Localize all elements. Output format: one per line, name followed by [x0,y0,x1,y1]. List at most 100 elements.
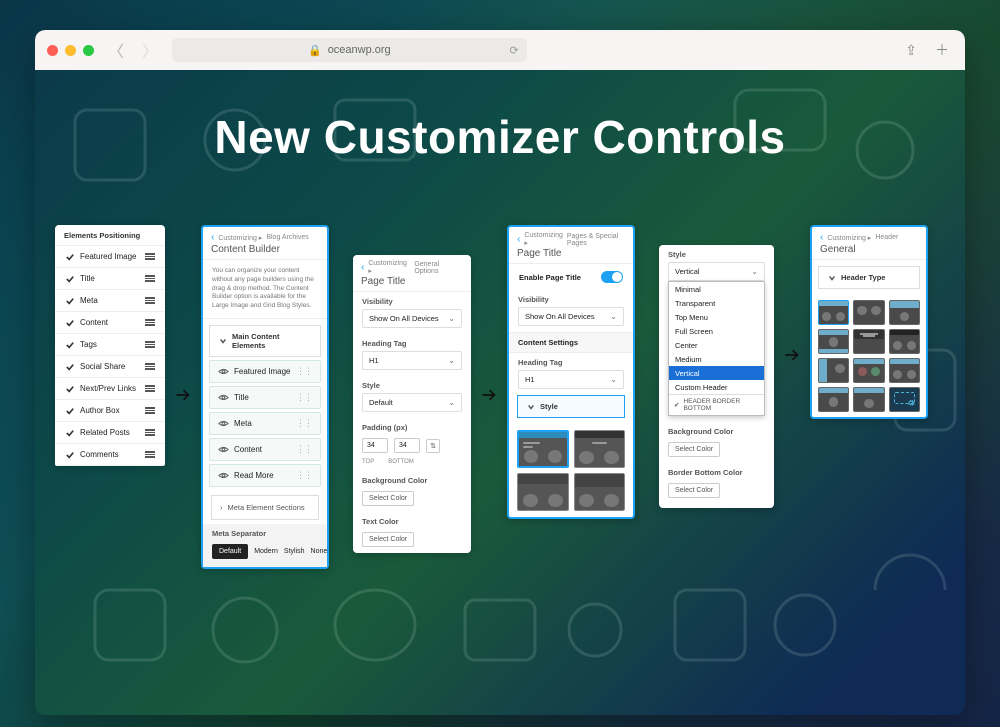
dropdown-checkbox[interactable]: ✔HEADER BORDER BOTTOM [669,394,764,415]
drag-handle-icon[interactable] [145,341,155,347]
close-window[interactable] [47,45,58,56]
dropdown-option[interactable]: Full Screen [669,324,764,338]
style-select[interactable]: Vertical⌄ [668,262,765,281]
textcolor-button[interactable]: Select Color [362,532,414,547]
dropdown-option[interactable]: Center [669,338,764,352]
check-icon [65,296,74,305]
header-thumb[interactable] [853,329,884,354]
drag-handle-icon[interactable] [145,297,155,303]
back-icon[interactable]: ‹ [211,232,214,243]
header-thumb[interactable] [889,300,920,325]
main-content-section[interactable]: Main Content Elements [209,325,321,357]
header-thumb[interactable] [818,329,849,354]
item-label: Meta [234,419,252,428]
positioning-item[interactable]: Next/Prev Links [55,378,165,400]
visibility-label: Visibility [353,292,471,309]
content-item[interactable]: Featured Image⋮⋮ [209,360,321,383]
drag-handle-icon[interactable] [145,385,155,391]
drag-handle-icon[interactable] [145,275,155,281]
header-thumb[interactable] [818,358,849,383]
meta-sections-row[interactable]: ›Meta Element Sections [211,495,319,520]
positioning-item[interactable]: Content [55,312,165,334]
content-item[interactable]: Read More ⋮⋮ [209,464,321,487]
drag-handle-icon[interactable]: ⋮⋮ [296,418,312,429]
maximize-window[interactable] [83,45,94,56]
drag-handle-icon[interactable] [145,451,155,457]
link-values-icon[interactable]: ⇅ [426,439,440,453]
header-thumb-custom[interactable] [889,387,920,412]
positioning-item[interactable]: Tags [55,334,165,356]
separator-opt-default[interactable]: Default [212,544,248,559]
bgcolor-button[interactable]: Select Color [362,491,414,506]
positioning-item[interactable]: Author Box [55,400,165,422]
back-icon[interactable]: ‹ [517,234,520,245]
dropdown-option[interactable]: Top Menu [669,310,764,324]
nav-forward-icon[interactable]: 〉 [138,38,162,62]
header-type-section[interactable]: Header Type [818,266,920,289]
visibility-icon [218,393,229,402]
drag-handle-icon[interactable]: ⋮⋮ [296,366,312,377]
share-icon[interactable]: ⇪ [901,42,921,59]
item-label: Read More [234,471,274,480]
positioning-item[interactable]: Meta [55,290,165,312]
border-color-button[interactable]: Select Color [668,483,720,498]
visibility-select[interactable]: Show On All Devices⌄ [518,307,624,326]
drag-handle-icon[interactable] [145,319,155,325]
style-select[interactable]: Default⌄ [362,393,462,412]
heading-select[interactable]: H1⌄ [362,351,462,370]
dropdown-option[interactable]: Custom Header [669,380,764,394]
visibility-icon [218,367,229,376]
heading-select[interactable]: H1⌄ [518,370,624,389]
header-thumb[interactable] [818,387,849,412]
positioning-item[interactable]: Comments [55,444,165,466]
content-item[interactable]: Title⋮⋮ [209,386,321,409]
header-thumb[interactable] [853,387,884,412]
panel-title: General [820,244,918,255]
header-thumb[interactable] [889,329,920,354]
back-icon[interactable]: ‹ [361,262,364,273]
visibility-icon [218,471,229,480]
style-thumb[interactable] [517,430,569,468]
positioning-item[interactable]: Related Posts [55,422,165,444]
drag-handle-icon[interactable] [145,407,155,413]
separator-opt-modern[interactable]: Modern [254,548,278,555]
url-bar[interactable]: 🔒 oceanwp.org ⟳ [172,38,527,62]
style-thumb[interactable] [574,473,626,511]
minimize-window[interactable] [65,45,76,56]
check-icon [65,252,74,261]
header-thumb[interactable] [889,358,920,383]
content-item[interactable]: Meta ⋮⋮ [209,412,321,435]
enable-toggle[interactable] [601,271,623,283]
drag-handle-icon[interactable] [145,429,155,435]
separator-opt-stylish[interactable]: Stylish [284,548,305,555]
positioning-item[interactable]: Title [55,268,165,290]
dropdown-option[interactable]: Transparent [669,296,764,310]
drag-handle-icon[interactable]: ⋮⋮ [296,444,312,455]
header-thumb[interactable] [853,358,884,383]
padding-bottom-input[interactable]: 34 [394,438,420,453]
style-thumb[interactable] [517,473,569,511]
drag-handle-icon[interactable] [145,363,155,369]
positioning-item[interactable]: Featured Image [55,246,165,268]
drag-handle-icon[interactable]: ⋮⋮ [296,392,312,403]
visibility-select[interactable]: Show On All Devices⌄ [362,309,462,328]
back-icon[interactable]: ‹ [820,232,823,243]
bgcolor-button[interactable]: Select Color [668,442,720,457]
dropdown-option[interactable]: Medium [669,352,764,366]
window-controls [47,45,94,56]
drag-handle-icon[interactable]: ⋮⋮ [296,470,312,481]
drag-handle-icon[interactable] [145,253,155,259]
positioning-item[interactable]: Social Share [55,356,165,378]
content-item[interactable]: Content⋮⋮ [209,438,321,461]
padding-top-input[interactable]: 34 [362,438,388,453]
nav-back-icon[interactable]: 〈 [104,38,128,62]
dropdown-option-selected[interactable]: Vertical [669,366,764,380]
reload-icon[interactable]: ⟳ [509,44,518,57]
dropdown-option[interactable]: Minimal [669,282,764,296]
style-section[interactable]: Style [517,395,625,418]
header-thumb[interactable] [853,300,884,325]
separator-opt-none[interactable]: None [311,548,328,555]
style-thumb[interactable] [574,430,626,468]
header-thumb[interactable] [818,300,849,325]
new-tab-icon[interactable]: ＋ [931,40,953,60]
